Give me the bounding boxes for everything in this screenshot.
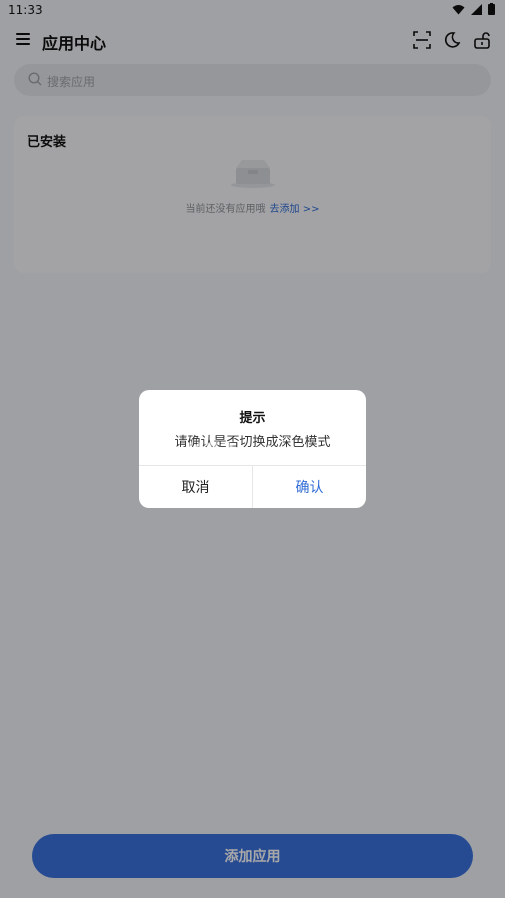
confirm-button[interactable]: 确认 [253, 466, 366, 508]
dialog-title: 提示 [239, 411, 266, 426]
cancel-button[interactable]: 取消 [139, 466, 252, 508]
watermark-domain: .com [258, 448, 290, 463]
watermark-logo: K73 .com [184, 438, 319, 466]
watermark-text: K73 [184, 438, 234, 466]
